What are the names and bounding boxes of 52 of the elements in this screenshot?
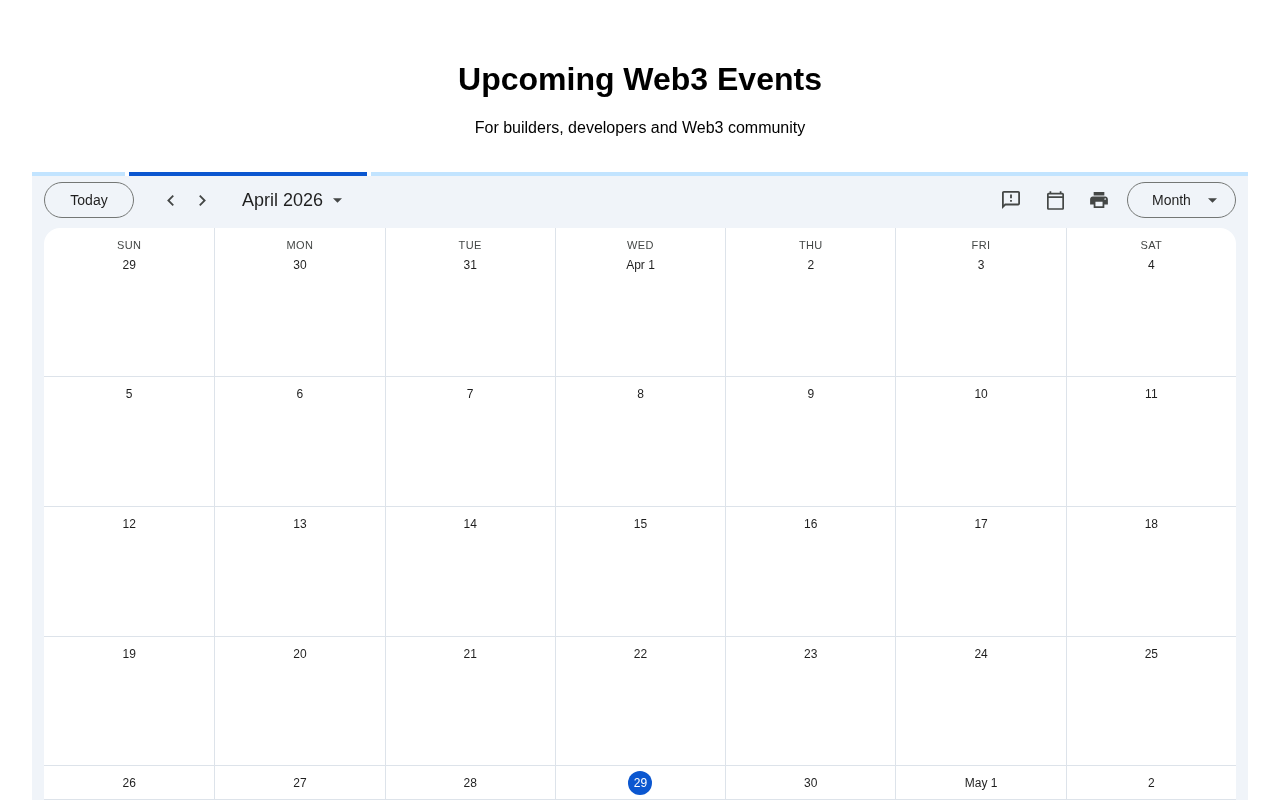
date-number: 17	[973, 516, 989, 533]
date-number: 10	[973, 386, 989, 403]
date-number: May 1	[963, 775, 999, 792]
chevron-left-icon	[166, 194, 174, 206]
weekday-label: FRI	[971, 238, 991, 253]
page-title: Upcoming Web3 Events	[457, 60, 823, 98]
date-number: 15	[632, 516, 649, 533]
date-number: 2	[1147, 775, 1156, 792]
date-number: 31	[462, 257, 478, 274]
date-number: 3	[976, 257, 986, 274]
date-number: 9	[806, 386, 816, 403]
date-number: 27	[292, 775, 308, 792]
weekday-label: MON	[286, 238, 314, 253]
period-dropdown[interactable]: April 2026	[234, 182, 351, 218]
date-number: 30	[803, 775, 819, 792]
date-number: 8	[636, 386, 645, 403]
date-number: 24	[973, 646, 989, 663]
date-number: 11	[1144, 386, 1159, 403]
caret-down-icon	[1208, 197, 1217, 203]
page-subtitle: For builders, developers and Web3 community	[473, 118, 807, 138]
date-number: 25	[1143, 646, 1159, 663]
chevron-right-icon	[198, 194, 206, 206]
weekday-label: THU	[798, 238, 823, 253]
date-number: 12	[121, 516, 137, 533]
speech-bubble-alert-icon	[1002, 191, 1020, 209]
today-date-number: 29	[628, 771, 653, 795]
date-number: 16	[803, 516, 819, 533]
date-number: 19	[121, 646, 137, 663]
caret-down-icon	[333, 197, 343, 203]
date-number: 5	[124, 386, 134, 403]
date-number: 22	[632, 646, 649, 663]
date-number: 13	[292, 516, 308, 533]
date-number: 4	[1147, 257, 1156, 274]
date-number: 28	[462, 775, 478, 792]
date-number: 6	[295, 386, 305, 403]
date-number: 7	[465, 386, 475, 403]
date-number: 14	[462, 516, 478, 533]
date-number: 30	[292, 257, 308, 274]
date-number: 26	[121, 775, 137, 792]
weekday-label: WED	[627, 238, 654, 253]
date-number: 2	[806, 257, 816, 274]
weekday-label: SUN	[116, 238, 142, 253]
date-number: 29	[121, 257, 137, 274]
date-number: 20	[292, 646, 308, 663]
calendar-icon	[1046, 190, 1064, 210]
date-number: 18	[1143, 516, 1159, 533]
date-number: Apr 1	[625, 257, 656, 274]
weekday-label: TUE	[458, 238, 482, 253]
weekday-label: SAT	[1140, 238, 1163, 253]
date-number: 21	[462, 646, 478, 663]
date-number: 23	[803, 646, 819, 663]
printer-icon	[1090, 192, 1108, 208]
